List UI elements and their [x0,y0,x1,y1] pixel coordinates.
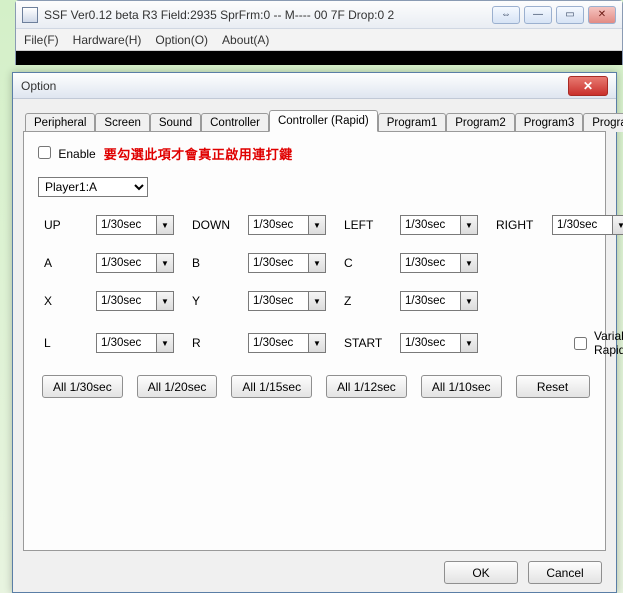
preset-all-1-30[interactable]: All 1/30sec [42,375,123,398]
tab-program4[interactable]: Program4 [583,113,623,132]
main-app-window: SSF Ver0.12 beta R3 Field:2935 SprFrm:0 … [15,0,623,65]
rate-a[interactable]: 1/30sec▼ [96,253,174,273]
label-y: Y [192,294,242,308]
rate-c[interactable]: 1/30sec▼ [400,253,478,273]
main-client-area [16,51,622,65]
ok-button[interactable]: OK [444,561,518,584]
enable-checkbox[interactable] [38,146,51,159]
chevron-down-icon: ▼ [612,216,623,234]
label-x: X [44,294,90,308]
label-b: B [192,256,242,270]
label-left: LEFT [344,218,394,232]
app-icon [22,7,38,23]
rate-right[interactable]: 1/30sec▼ [552,215,623,235]
tab-peripheral[interactable]: Peripheral [25,113,95,132]
close-button[interactable]: ✕ [588,6,616,24]
preset-all-1-15[interactable]: All 1/15sec [231,375,312,398]
tab-program1[interactable]: Program1 [378,113,447,132]
tab-controller-rapid[interactable]: Controller (Rapid) [269,110,378,132]
chevron-down-icon: ▼ [156,254,173,272]
variable-rapid-label[interactable]: Variable Rapid [570,329,623,357]
preset-all-1-20[interactable]: All 1/20sec [137,375,218,398]
enable-hint-text: 要勾選此項才會真正啟用連打鍵 [104,144,293,163]
rate-left[interactable]: 1/30sec▼ [400,215,478,235]
menu-about[interactable]: About(A) [222,33,269,47]
main-title: SSF Ver0.12 beta R3 Field:2935 SprFrm:0 … [44,8,488,22]
player-select[interactable]: Player1:A [38,177,148,197]
rate-r[interactable]: 1/30sec▼ [248,333,326,353]
label-down: DOWN [192,218,242,232]
chevron-down-icon: ▼ [308,292,325,310]
menu-option[interactable]: Option(O) [155,33,208,47]
rate-down[interactable]: 1/30sec▼ [248,215,326,235]
popout-button[interactable]: ⇔ [492,6,520,24]
tab-panel-controller-rapid: Enable 要勾選此項才會真正啟用連打鍵 Player1:A UP 1/30s… [23,131,606,551]
preset-all-1-12[interactable]: All 1/12sec [326,375,407,398]
chevron-down-icon: ▼ [460,254,477,272]
label-start: START [344,336,394,350]
chevron-down-icon: ▼ [156,216,173,234]
rate-z[interactable]: 1/30sec▼ [400,291,478,311]
enable-checkbox-label[interactable]: Enable [38,146,96,162]
label-up: UP [44,218,90,232]
chevron-down-icon: ▼ [156,334,173,352]
option-dialog: Option ✕ Peripheral Screen Sound Control… [12,72,617,593]
tab-controller[interactable]: Controller [201,113,269,132]
rate-b[interactable]: 1/30sec▼ [248,253,326,273]
preset-all-1-10[interactable]: All 1/10sec [421,375,502,398]
option-close-button[interactable]: ✕ [568,76,608,96]
chevron-down-icon: ▼ [308,254,325,272]
chevron-down-icon: ▼ [460,292,477,310]
option-titlebar: Option ✕ [13,73,616,99]
label-r: R [192,336,242,350]
chevron-down-icon: ▼ [308,334,325,352]
tab-program3[interactable]: Program3 [515,113,584,132]
menu-hardware[interactable]: Hardware(H) [73,33,142,47]
reset-button[interactable]: Reset [516,375,590,398]
rate-y[interactable]: 1/30sec▼ [248,291,326,311]
maximize-button[interactable]: ▭ [556,6,584,24]
chevron-down-icon: ▼ [308,216,325,234]
tab-screen[interactable]: Screen [95,113,149,132]
label-c: C [344,256,394,270]
tab-program2[interactable]: Program2 [446,113,515,132]
label-right: RIGHT [496,218,546,232]
minimize-button[interactable]: — [524,6,552,24]
label-l: L [44,336,90,350]
menu-file[interactable]: File(F) [24,33,59,47]
option-title: Option [21,79,56,93]
cancel-button[interactable]: Cancel [528,561,602,584]
rate-x[interactable]: 1/30sec▼ [96,291,174,311]
main-titlebar: SSF Ver0.12 beta R3 Field:2935 SprFrm:0 … [16,1,622,29]
rate-start[interactable]: 1/30sec▼ [400,333,478,353]
chevron-down-icon: ▼ [460,334,477,352]
label-z: Z [344,294,394,308]
label-a: A [44,256,90,270]
tab-strip: Peripheral Screen Sound Controller Contr… [23,109,606,131]
tab-sound[interactable]: Sound [150,113,201,132]
rate-l[interactable]: 1/30sec▼ [96,333,174,353]
rate-up[interactable]: 1/30sec▼ [96,215,174,235]
menu-bar: File(F) Hardware(H) Option(O) About(A) [16,29,622,51]
variable-rapid-checkbox[interactable] [574,337,587,350]
chevron-down-icon: ▼ [460,216,477,234]
chevron-down-icon: ▼ [156,292,173,310]
